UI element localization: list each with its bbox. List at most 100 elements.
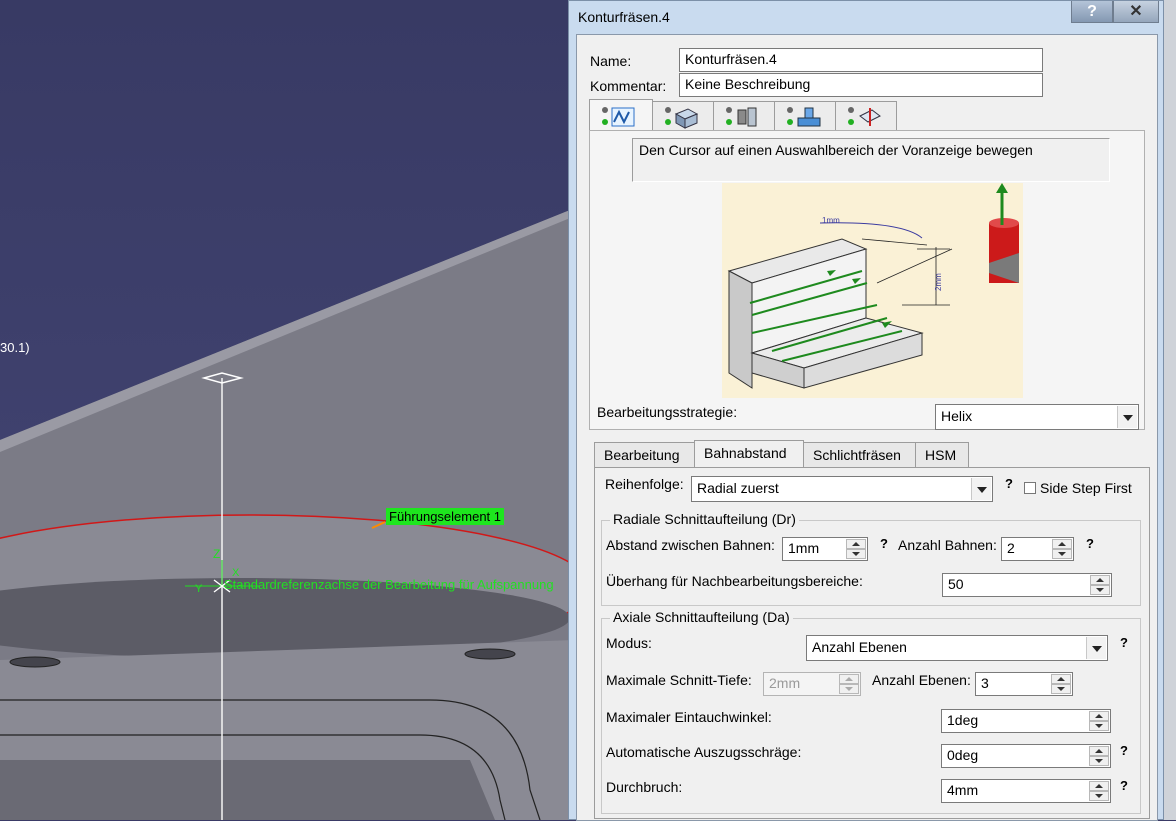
tool-icon	[726, 107, 757, 127]
close-button[interactable]: ✕	[1113, 1, 1159, 23]
3d-viewport[interactable]: 30.1) Führungselement 1 Standardreferenz…	[0, 0, 575, 820]
overhang-label: Überhang für Nachbearbeitungsbereiche:	[606, 573, 863, 589]
distance-value: 1mm	[788, 540, 820, 556]
order-help-icon[interactable]: ?	[1005, 476, 1013, 491]
mode-value: Anzahl Ebenen	[812, 639, 907, 655]
overhang-spinner[interactable]: 50	[942, 573, 1112, 597]
dialog-body: Name: Konturfräsen.4 Kommentar: Keine Be…	[576, 34, 1158, 821]
max-depth-down	[839, 684, 859, 694]
chevron-down-icon[interactable]	[971, 478, 991, 500]
mode-help-icon[interactable]: ?	[1120, 635, 1128, 650]
part-model	[0, 0, 575, 820]
help-button[interactable]: ?	[1071, 1, 1113, 23]
plunge-value: 1deg	[947, 712, 979, 728]
draft-label: Automatische Auszugsschräge:	[606, 744, 802, 760]
tab-schlichtfraesen[interactable]: Schlichtfräsen	[803, 442, 916, 469]
radial-group: Radiale Schnittaufteilung (Dr) Abstand z…	[601, 511, 1141, 606]
distance-label: Abstand zwischen Bahnen:	[606, 537, 775, 553]
levels-spinner[interactable]: 3	[975, 672, 1073, 696]
breakthrough-up[interactable]	[1089, 781, 1109, 791]
macros-icon	[848, 107, 881, 126]
plunge-label: Maximaler Eintauchwinkel:	[606, 709, 772, 725]
contour-milling-dialog: Konturfräsen.4 ? ✕ Name: Konturfräsen.4 …	[568, 0, 1164, 821]
plunge-down[interactable]	[1089, 721, 1109, 731]
levels-down[interactable]	[1051, 684, 1071, 694]
strategy-select[interactable]: Helix	[935, 404, 1139, 430]
background-window-edge	[1162, 0, 1176, 820]
breakthrough-value: 4mm	[947, 782, 979, 798]
tab-geometry[interactable]	[652, 101, 714, 131]
axis-z-label: Z	[213, 547, 221, 561]
passes-down[interactable]	[1052, 549, 1072, 559]
distance-down[interactable]	[846, 549, 866, 559]
order-value: Radial zuerst	[697, 480, 779, 496]
tab-bahnabstand[interactable]: Bahnabstand	[694, 440, 804, 469]
chevron-down-icon[interactable]	[1117, 406, 1137, 428]
strategy-value: Helix	[941, 408, 973, 424]
feeds-speeds-icon	[787, 107, 821, 127]
tab-bahnabstand-panel: Reihenfolge: Radial zuerst ? Side Step F…	[594, 467, 1150, 819]
draft-up[interactable]	[1089, 746, 1109, 756]
passes-value: 2	[1007, 540, 1015, 556]
breakthrough-spinner[interactable]: 4mm	[941, 779, 1111, 803]
axial-group-title: Axiale Schnittaufteilung (Da)	[610, 609, 793, 625]
levels-value: 3	[981, 675, 989, 691]
geometry-icon	[665, 107, 699, 129]
passes-spinner[interactable]: 2	[1001, 537, 1074, 561]
max-depth-value: 2mm	[769, 675, 801, 691]
side-step-first-checkbox[interactable]	[1024, 482, 1036, 494]
draft-value: 0deg	[947, 747, 979, 763]
levels-up[interactable]	[1051, 674, 1071, 684]
preview-dim-1[interactable]: 1mm	[822, 216, 840, 225]
draft-spinner[interactable]: 0deg	[941, 744, 1111, 768]
distance-spinner[interactable]: 1mm	[782, 537, 868, 561]
order-select[interactable]: Radial zuerst	[691, 476, 993, 502]
distance-up[interactable]	[846, 539, 866, 549]
max-depth-spinner: 2mm	[763, 672, 861, 696]
draft-down[interactable]	[1089, 756, 1109, 766]
strategy-label: Bearbeitungsstrategie:	[597, 404, 738, 420]
passes-up[interactable]	[1052, 539, 1072, 549]
hint-message: Den Cursor auf einen Auswahlbereich der …	[632, 138, 1110, 182]
axial-group: Axiale Schnittaufteilung (Da) Modus: Anz…	[601, 609, 1141, 814]
tab-strategy[interactable]	[589, 99, 653, 132]
draft-help-icon[interactable]: ?	[1120, 743, 1128, 758]
plunge-spinner[interactable]: 1deg	[941, 709, 1111, 733]
overhang-up[interactable]	[1090, 575, 1110, 585]
chevron-down-icon[interactable]	[1086, 637, 1106, 659]
tab-tool[interactable]	[713, 101, 775, 131]
max-depth-up	[839, 674, 859, 684]
mode-label: Modus:	[606, 635, 652, 651]
levels-label: Anzahl Ebenen:	[872, 672, 971, 688]
overhang-down[interactable]	[1090, 585, 1110, 595]
breakthrough-help-icon[interactable]: ?	[1120, 778, 1128, 793]
viewport-partial-label: 30.1)	[0, 340, 30, 355]
passes-help-icon[interactable]: ?	[1086, 536, 1094, 551]
preview-dim-2[interactable]: 2mm	[934, 273, 943, 291]
strategy-preview[interactable]: 1mm 2mm	[722, 183, 1023, 398]
tab-hsm[interactable]: HSM	[915, 442, 969, 469]
dialog-title: Konturfräsen.4	[578, 9, 670, 25]
side-step-first-label: Side Step First	[1040, 480, 1132, 496]
order-label: Reihenfolge:	[605, 476, 684, 492]
overhang-value: 50	[948, 576, 964, 592]
breakthrough-down[interactable]	[1089, 791, 1109, 801]
breakthrough-label: Durchbruch:	[606, 779, 683, 795]
radial-group-title: Radiale Schnittaufteilung (Dr)	[610, 511, 799, 527]
axis-y-label: Y	[195, 583, 203, 595]
max-depth-label: Maximale Schnitt-Tiefe:	[606, 672, 752, 688]
strategy-icon	[602, 107, 635, 127]
name-field[interactable]: Konturfräsen.4	[679, 48, 1043, 72]
tab-feeds-speeds[interactable]	[774, 101, 836, 131]
comment-label: Kommentar:	[590, 78, 667, 94]
distance-help-icon[interactable]: ?	[880, 536, 888, 551]
tab-bearbeitung[interactable]: Bearbeitung	[594, 442, 695, 469]
plunge-up[interactable]	[1089, 711, 1109, 721]
mode-select[interactable]: Anzahl Ebenen	[806, 635, 1108, 661]
guide-element-label[interactable]: Führungselement 1	[386, 508, 505, 525]
tab-macros[interactable]	[835, 101, 897, 131]
name-label: Name:	[590, 53, 632, 69]
axis-system-label: Standardreferenzachse der Bearbeitung fü…	[224, 577, 554, 592]
dialog-titlebar[interactable]: Konturfräsen.4 ? ✕	[569, 1, 1163, 33]
comment-field[interactable]: Keine Beschreibung	[679, 73, 1043, 97]
